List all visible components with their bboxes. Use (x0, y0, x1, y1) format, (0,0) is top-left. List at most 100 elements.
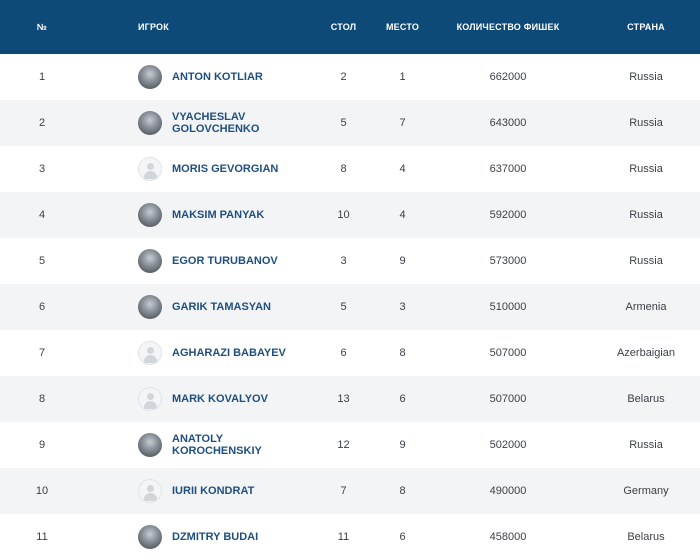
seat-number: 4 (399, 209, 406, 221)
header-player: ИГРОК (138, 22, 169, 32)
player-cell: MARK KOVALYOV (84, 376, 306, 422)
table-row: 8 MARK KOVALYOV 13 6 507000 Belarus (0, 376, 700, 422)
header-chips: КОЛИЧЕСТВО ФИШЕК (456, 22, 560, 32)
player-name-link[interactable]: ANATOLY KOROCHENSKIY (172, 433, 306, 457)
country: Belarus (627, 531, 665, 543)
seat-number: 9 (399, 255, 406, 267)
table-number: 6 (340, 347, 347, 359)
player-avatar (138, 525, 162, 549)
player-name-link[interactable]: IURII KONDRAT (172, 485, 254, 497)
table-row: 2 VYACHESLAV GOLOVCHENKO 5 7 643000 Russia (0, 100, 700, 146)
row-number: 6 (38, 301, 46, 313)
seat-number: 8 (399, 347, 406, 359)
table-number: 2 (340, 71, 347, 83)
player-name-link[interactable]: GARIK TAMASYAN (172, 301, 271, 313)
table-header: № ИГРОК СТОЛ МЕСТО КОЛИЧЕСТВО ФИШЕК СТРА… (0, 0, 700, 54)
chip-count: 458000 (489, 531, 527, 543)
player-name-link[interactable]: MORIS GEVORGIAN (172, 163, 278, 175)
player-avatar (138, 295, 162, 319)
table-number: 3 (340, 255, 347, 267)
player-avatar (138, 249, 162, 273)
table-number: 7 (340, 485, 347, 497)
seat-number: 1 (399, 71, 406, 83)
table-row: 6 GARIK TAMASYAN 5 3 510000 Armenia (0, 284, 700, 330)
row-number: 4 (38, 209, 46, 221)
table-row: 4 MAKSIM PANYAK 10 4 592000 Russia (0, 192, 700, 238)
row-number: 3 (38, 163, 46, 175)
country: Germany (623, 485, 669, 497)
country: Russia (629, 117, 663, 129)
player-cell: GARIK TAMASYAN (84, 284, 306, 330)
country: Russia (629, 163, 663, 175)
player-cell: AGHARAZI BABAYEV (84, 330, 306, 376)
player-name-link[interactable]: AGHARAZI BABAYEV (172, 347, 286, 359)
chip-count: 573000 (489, 255, 527, 267)
player-avatar (138, 111, 162, 135)
table-number: 12 (337, 439, 350, 451)
player-cell: EGOR TURUBANOV (84, 238, 306, 284)
row-number: 5 (38, 255, 46, 267)
player-avatar (138, 65, 162, 89)
country: Azerbaigian (616, 347, 676, 359)
table-row: 10 IURII KONDRAT 7 8 490000 Germany (0, 468, 700, 514)
table-row: 1 ANTON KOTLIAR 2 1 662000 Russia (0, 54, 700, 100)
country: Russia (629, 255, 663, 267)
player-name-link[interactable]: EGOR TURUBANOV (172, 255, 278, 267)
player-cell: VYACHESLAV GOLOVCHENKO (84, 100, 306, 146)
player-cell: MAKSIM PANYAK (84, 192, 306, 238)
player-cell: MORIS GEVORGIAN (84, 146, 306, 192)
chip-count: 507000 (489, 347, 527, 359)
seat-number: 6 (399, 393, 406, 405)
country: Russia (629, 439, 663, 451)
table-number: 13 (337, 393, 350, 405)
chip-count: 490000 (489, 485, 527, 497)
country: Belarus (627, 393, 665, 405)
player-cell: DZMITRY BUDAI (84, 514, 306, 560)
row-number: 9 (38, 439, 46, 451)
country: Russia (629, 71, 663, 83)
chip-count: 502000 (489, 439, 527, 451)
chip-count: 643000 (489, 117, 527, 129)
player-name-link[interactable]: DZMITRY BUDAI (172, 531, 258, 543)
chip-count: 507000 (489, 393, 527, 405)
header-country: СТРАНА (627, 22, 665, 32)
row-number: 10 (35, 485, 49, 497)
country: Russia (629, 209, 663, 221)
player-avatar (138, 433, 162, 457)
row-number: 1 (38, 71, 46, 83)
row-number: 8 (38, 393, 46, 405)
table-row: 3 MORIS GEVORGIAN 8 4 637000 Russia (0, 146, 700, 192)
avatar-placeholder-icon (138, 157, 162, 181)
row-number: 11 (36, 531, 48, 543)
avatar-placeholder-icon (138, 387, 162, 411)
avatar-placeholder-icon (138, 479, 162, 503)
table-row: 11 DZMITRY BUDAI 11 6 458000 Belarus (0, 514, 700, 560)
chip-count: 510000 (489, 301, 527, 313)
player-cell: ANATOLY KOROCHENSKIY (84, 422, 306, 468)
country: Armenia (625, 301, 667, 313)
player-name-link[interactable]: VYACHESLAV GOLOVCHENKO (172, 111, 306, 135)
avatar-placeholder-icon (138, 341, 162, 365)
table-number: 10 (337, 209, 350, 221)
player-name-link[interactable]: ANTON KOTLIAR (172, 71, 263, 83)
table-number: 5 (340, 301, 347, 313)
player-cell: IURII KONDRAT (84, 468, 306, 514)
table-row: 9 ANATOLY KOROCHENSKIY 12 9 502000 Russia (0, 422, 700, 468)
chip-count: 662000 (489, 71, 527, 83)
row-number: 2 (38, 117, 46, 129)
seat-number: 6 (399, 531, 406, 543)
player-avatar (138, 203, 162, 227)
player-name-link[interactable]: MARK KOVALYOV (172, 393, 268, 405)
table-number: 5 (340, 117, 347, 129)
header-num: № (36, 22, 48, 32)
player-name-link[interactable]: MAKSIM PANYAK (172, 209, 264, 221)
table-body: 1 ANTON KOTLIAR 2 1 662000 Russia 2 VYACHESLAV … (0, 54, 700, 560)
table-number: 11 (337, 531, 350, 543)
seat-number: 7 (399, 117, 406, 129)
header-place: МЕСТО (385, 22, 420, 32)
seat-number: 8 (399, 485, 406, 497)
player-cell: ANTON KOTLIAR (84, 54, 306, 100)
table-row: 7 AGHARAZI BABAYEV 6 8 507000 Azerbaigian (0, 330, 700, 376)
seat-number: 9 (399, 439, 406, 451)
table-row: 5 EGOR TURUBANOV 3 9 573000 Russia (0, 238, 700, 284)
